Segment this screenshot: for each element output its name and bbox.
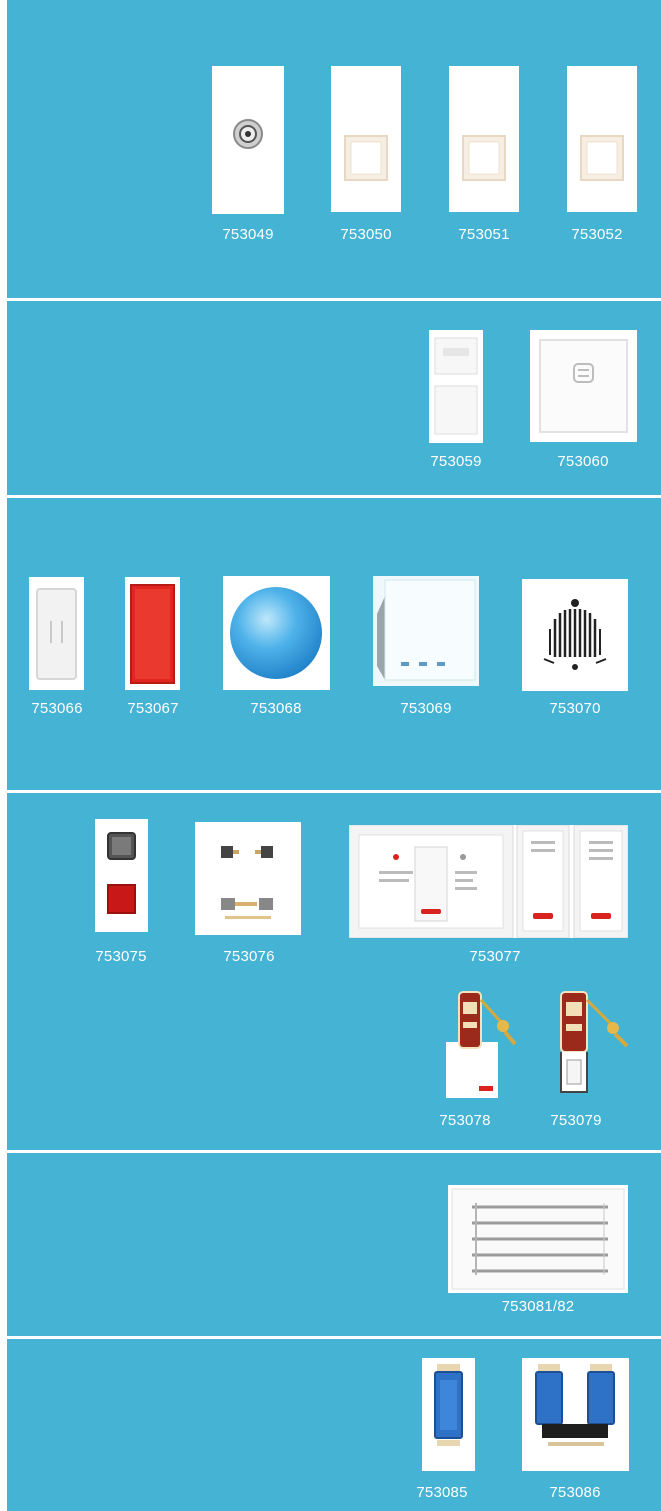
product-753050-image xyxy=(331,66,401,212)
product-code: 753052 xyxy=(571,226,623,243)
indicator-module-icon xyxy=(107,832,136,914)
blue-connector-module-icon xyxy=(434,1364,463,1446)
product-753081-82-image xyxy=(448,1185,628,1293)
product-code: 753059 xyxy=(430,453,482,470)
product-753051-image xyxy=(449,66,519,212)
angled-plate-icon xyxy=(373,576,479,686)
product-753069-image xyxy=(373,576,479,686)
product-753085-image xyxy=(422,1358,475,1471)
product-code: 753051 xyxy=(458,226,510,243)
product-753068-image xyxy=(223,576,330,690)
product-753077-image xyxy=(349,825,628,938)
white-lens-module-icon xyxy=(36,588,77,680)
do-not-disturb-switch-icon xyxy=(349,825,628,938)
terminal-plate-icon xyxy=(221,846,273,919)
product-753070-image xyxy=(522,579,628,691)
product-code: 753078 xyxy=(439,1112,491,1129)
product-753066-image xyxy=(29,577,84,690)
grille-plate-icon xyxy=(451,1188,625,1290)
blue-sphere-indicator-icon xyxy=(230,587,322,679)
product-code: 753049 xyxy=(222,226,274,243)
product-code: 753068 xyxy=(250,700,302,717)
data-socket-module-icon xyxy=(434,337,478,435)
product-code: 753050 xyxy=(340,226,392,243)
product-753067-image xyxy=(125,577,180,690)
product-code: 753067 xyxy=(127,700,179,717)
product-753075-image xyxy=(95,819,148,932)
product-code: 753077 xyxy=(469,948,521,965)
product-code: 753066 xyxy=(31,700,83,717)
product-code: 753060 xyxy=(557,453,609,470)
product-code: 753075 xyxy=(95,948,147,965)
blank-module-icon xyxy=(462,135,506,181)
product-code: 753081/82 xyxy=(501,1298,575,1315)
blank-module-icon xyxy=(344,135,388,181)
blank-module-icon xyxy=(580,135,624,181)
product-753059-image xyxy=(429,330,483,443)
key-tag-icon xyxy=(560,991,629,1093)
product-753086-image xyxy=(522,1358,629,1471)
product-753076-image xyxy=(195,822,301,935)
product-753049-image xyxy=(212,66,284,214)
product-code: 753079 xyxy=(550,1112,602,1129)
bell-icon xyxy=(543,599,607,670)
product-753079-image xyxy=(555,986,631,1099)
red-lens-module-icon xyxy=(130,584,175,684)
product-code: 753085 xyxy=(416,1484,468,1501)
double-blue-connector-icon xyxy=(535,1364,615,1446)
product-753078-image xyxy=(445,986,520,1099)
product-753060-image xyxy=(530,330,637,442)
tv-coax-socket-icon xyxy=(233,119,263,149)
shaver-socket-plate-icon xyxy=(539,339,628,433)
key-tag-holder-icon xyxy=(446,991,517,1098)
product-code: 753086 xyxy=(549,1484,601,1501)
product-code: 753076 xyxy=(223,948,275,965)
product-code: 753069 xyxy=(400,700,452,717)
product-code: 753070 xyxy=(549,700,601,717)
product-753052-image xyxy=(567,66,637,212)
